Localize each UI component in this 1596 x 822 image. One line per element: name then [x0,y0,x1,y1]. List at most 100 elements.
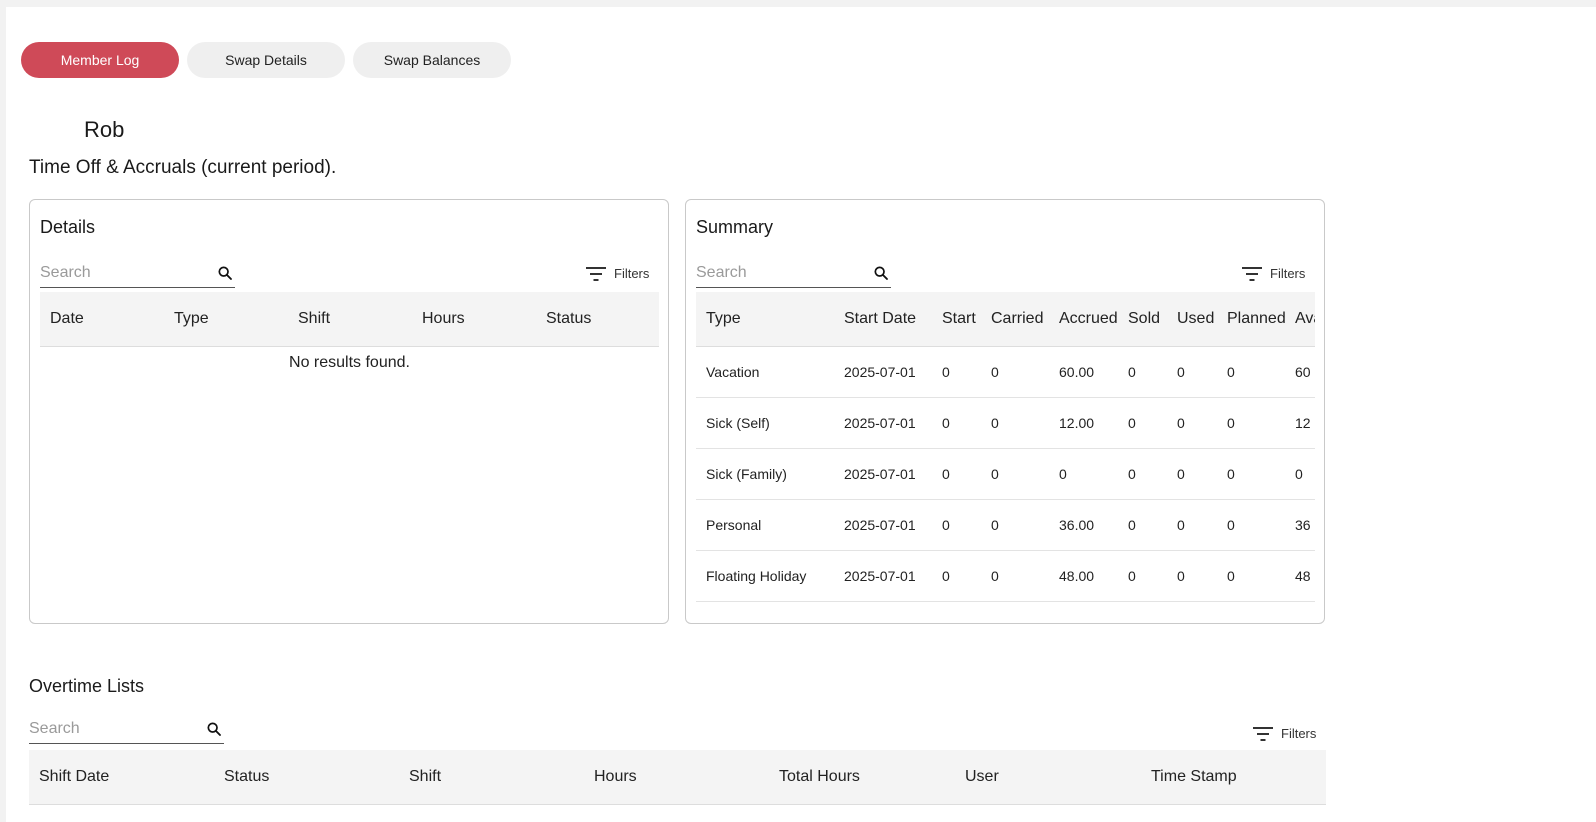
cell-sold: 0 [1118,346,1167,398]
cell-planned: 0 [1217,499,1285,551]
cell-carried: 0 [981,397,1049,449]
cell-start-date: 2025-07-01 [834,397,932,449]
cell-planned: 0 [1217,550,1285,602]
col-time-stamp[interactable]: Time Stamp [1141,750,1326,805]
cell-planned: 0 [1217,448,1285,500]
cell-used: 0 [1167,550,1217,602]
details-header-row: Date Type Shift Hours Status [40,292,659,347]
cell-planned: 0 [1217,346,1285,398]
cell-start: 0 [932,448,981,500]
cell-start-date: 2025-07-01 [834,448,932,500]
cell-available: 36 [1285,499,1315,551]
cell-available: 12 [1285,397,1315,449]
col-sold[interactable]: Sold [1118,292,1167,347]
table-row[interactable]: Vacation 2025-07-01 0 0 60.00 0 0 0 60 [696,346,1315,398]
cell-start: 0 [932,550,981,602]
col-total-hours[interactable]: Total Hours [769,750,955,805]
cell-used: 0 [1167,448,1217,500]
summary-table-scroll[interactable]: Type Start Date Start Carried Accrued So… [696,292,1315,602]
cell-carried: 0 [981,346,1049,398]
overtime-title: Overtime Lists [29,676,145,696]
cell-sold: 0 [1118,397,1167,449]
details-search [40,258,235,288]
cell-accrued: 12.00 [1049,397,1118,449]
cell-start-date: 2025-07-01 [834,550,932,602]
details-table: Date Type Shift Hours Status [40,292,659,347]
cell-used: 0 [1167,397,1217,449]
cell-planned: 0 [1217,397,1285,449]
col-status[interactable]: Status [536,292,659,347]
overtime-header-row: Shift Date Status Shift Hours Total Hour… [29,750,1326,805]
col-shift[interactable]: Shift [288,292,412,347]
summary-header-row: Type Start Date Start Carried Accrued So… [696,292,1315,347]
cell-type: Vacation [696,346,834,398]
col-date[interactable]: Date [40,292,164,347]
cell-type: Personal [696,499,834,551]
col-shift[interactable]: Shift [399,750,584,805]
details-filters-button[interactable]: Filters [586,266,649,281]
table-row[interactable]: Personal 2025-07-01 0 0 36.00 0 0 0 36 [696,499,1315,551]
cell-type: Sick (Self) [696,397,834,449]
col-accrued[interactable]: Accrued [1049,292,1118,347]
summary-title: Summary [696,217,774,237]
search-icon[interactable] [873,265,889,281]
summary-filters-button[interactable]: Filters [1242,266,1305,281]
col-type[interactable]: Type [164,292,288,347]
cell-available: 0 [1285,448,1315,500]
table-row[interactable]: Sick (Self) 2025-07-01 0 0 12.00 0 0 0 1… [696,397,1315,449]
col-hours[interactable]: Hours [584,750,769,805]
cell-type: Floating Holiday [696,550,834,602]
cell-sold: 0 [1118,550,1167,602]
col-type[interactable]: Type [696,292,834,347]
overtime-filters-button[interactable]: Filters [1253,726,1316,741]
overtime-search-input[interactable] [29,719,189,738]
col-status[interactable]: Status [214,750,399,805]
summary-filters-label: Filters [1270,266,1306,281]
page: Member Log Swap Details Swap Balances Ro… [6,7,1596,822]
col-planned[interactable]: Planned [1217,292,1285,347]
cell-sold: 0 [1118,448,1167,500]
summary-search [696,258,891,288]
overtime-table-wrap: Shift Date Status Shift Hours Total Hour… [29,750,1326,805]
search-icon[interactable] [206,721,222,737]
filter-list-icon [1242,266,1262,281]
cell-used: 0 [1167,499,1217,551]
search-icon[interactable] [217,265,233,281]
table-row[interactable]: Sick (Family) 2025-07-01 0 0 0 0 0 0 0 [696,448,1315,500]
details-filters-label: Filters [614,266,650,281]
filter-list-icon [586,266,606,281]
details-empty-message: No results found. [289,354,410,371]
summary-card: Summary Filters Type Start Date Start Ca… [685,199,1325,624]
col-start-date[interactable]: Start Date [834,292,932,347]
cell-carried: 0 [981,550,1049,602]
details-card: Details Filters Date Type Shift Hours St… [29,199,669,624]
cell-type: Sick (Family) [696,448,834,500]
summary-search-input[interactable] [696,263,856,282]
filter-list-icon [1253,726,1273,741]
cell-start-date: 2025-07-01 [834,499,932,551]
section-title: Time Off & Accruals (current period). [29,157,337,178]
tab-swap-details[interactable]: Swap Details [187,42,345,78]
col-user[interactable]: User [955,750,1141,805]
cell-carried: 0 [981,499,1049,551]
tab-member-log[interactable]: Member Log [21,42,179,78]
cell-carried: 0 [981,448,1049,500]
col-start[interactable]: Start [932,292,981,347]
col-used[interactable]: Used [1167,292,1217,347]
col-shift-date[interactable]: Shift Date [29,750,214,805]
details-search-input[interactable] [40,263,200,282]
col-available[interactable]: Available [1285,292,1315,347]
table-row[interactable]: Floating Holiday 2025-07-01 0 0 48.00 0 … [696,550,1315,602]
overtime-search [29,714,224,744]
col-hours[interactable]: Hours [412,292,536,347]
cell-accrued: 48.00 [1049,550,1118,602]
overtime-table: Shift Date Status Shift Hours Total Hour… [29,750,1326,805]
summary-table: Type Start Date Start Carried Accrued So… [696,292,1315,602]
cell-accrued: 60.00 [1049,346,1118,398]
cell-start: 0 [932,346,981,398]
cell-accrued: 36.00 [1049,499,1118,551]
user-name: Rob [84,117,125,142]
tab-bar: Member Log Swap Details Swap Balances [21,42,511,78]
tab-swap-balances[interactable]: Swap Balances [353,42,511,78]
col-carried[interactable]: Carried [981,292,1049,347]
